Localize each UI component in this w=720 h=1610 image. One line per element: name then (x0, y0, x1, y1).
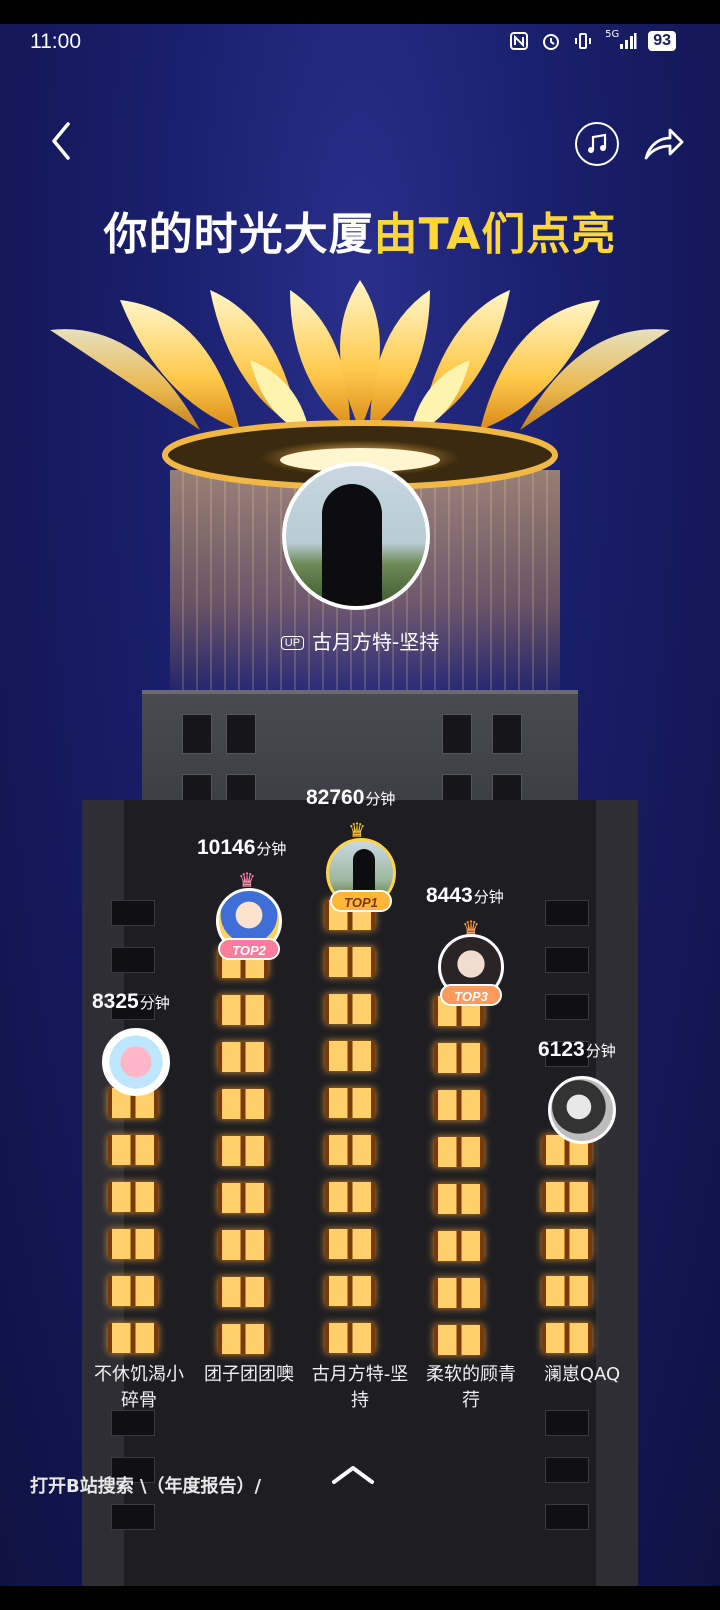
rank4-minutes: 8325分钟 (92, 990, 170, 1013)
avatar-silhouette (322, 484, 382, 606)
rank3-minutes: 8443分钟 (426, 884, 504, 907)
page-title: 你的时光大厦由TA们点亮 (0, 198, 720, 262)
music-note-icon (588, 133, 607, 153)
dark-window-column (532, 1410, 602, 1551)
back-button[interactable] (42, 118, 82, 164)
rank1-minutes: 82760分钟 (306, 786, 396, 809)
rank2-minutes: 10146分钟 (197, 836, 287, 859)
music-button[interactable] (575, 122, 619, 166)
rank5-avatar[interactable] (548, 1076, 616, 1144)
rank5-name[interactable]: 澜崽QAQ (527, 1362, 637, 1388)
window-column-1 (315, 900, 385, 1370)
swipe-up-button[interactable] (330, 1462, 376, 1486)
top-bezel (0, 0, 720, 24)
window-column-3 (424, 996, 494, 1372)
status-bar: 11:00 5G 93 (0, 24, 720, 60)
back-arrow-icon (52, 122, 70, 160)
building-side-right (596, 800, 638, 1586)
network-type: 5G (605, 28, 620, 40)
share-button[interactable] (642, 124, 686, 164)
rank2-name[interactable]: 团子团团噢 (194, 1362, 304, 1388)
alarm-icon (540, 30, 562, 52)
rank4-name[interactable]: 不休饥渴小 碎骨 (84, 1362, 194, 1414)
nfc-icon (508, 30, 530, 52)
top-uploader-name: 古月方特-坚持 (312, 630, 440, 654)
bottom-bezel (0, 1586, 720, 1610)
status-time: 11:00 (30, 30, 81, 53)
top-uploader-avatar[interactable] (282, 462, 430, 610)
share-arrow-icon (644, 128, 684, 160)
dark-window-column (98, 900, 168, 1041)
top-uploader-label: UP 古月方特-坚持 (0, 626, 720, 655)
rank1-badge: TOP1 (330, 890, 392, 912)
chevron-up-icon (332, 1466, 374, 1484)
rank5-minutes: 6123分钟 (538, 1038, 616, 1061)
report-screen: 11:00 5G 93 你的时光大厦由TA们点亮 UP 古月方特-坚持 8276… (0, 0, 720, 1610)
title-main: 你的时光大厦 (103, 209, 374, 260)
vibrate-icon (572, 30, 594, 52)
rank4-avatar[interactable] (102, 1028, 170, 1096)
signal-icon: 5G (604, 28, 638, 52)
rank1-name[interactable]: 古月方特-坚持 (305, 1362, 415, 1414)
search-hint: 打开B站搜索 \（年度报告）/ (30, 1476, 262, 1497)
window-column-4 (532, 1135, 602, 1370)
window-column-2 (208, 948, 278, 1371)
rank3-badge: TOP3 (440, 984, 502, 1006)
title-highlight: 由TA们点亮 (373, 209, 617, 260)
up-badge: UP (280, 636, 305, 650)
window-column-5 (98, 1088, 168, 1370)
rank2-badge: TOP2 (218, 938, 280, 960)
battery-level: 93 (648, 31, 676, 51)
status-icons: 5G 93 (508, 28, 676, 52)
rank3-name[interactable]: 柔软的顾青荇 (416, 1362, 526, 1414)
